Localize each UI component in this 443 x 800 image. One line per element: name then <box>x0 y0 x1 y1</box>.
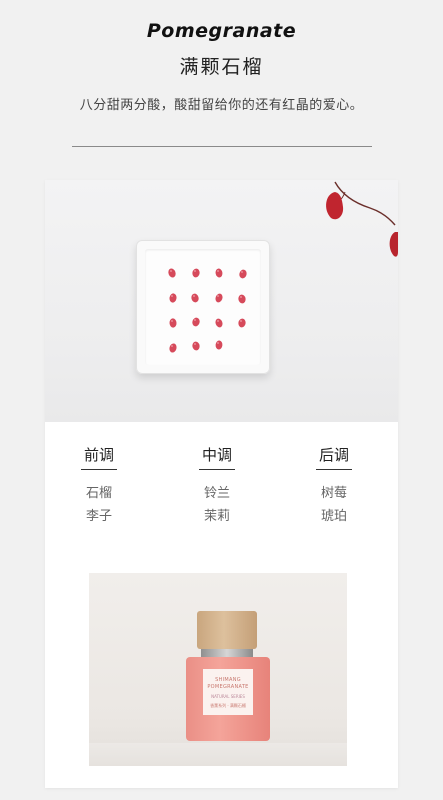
label-series: NATURAL SERIES <box>211 694 245 699</box>
middle-note-item: 茉莉 <box>203 509 230 524</box>
base-note: 后调 树莓 琥珀 <box>304 444 364 525</box>
pomegranate-seed-icon <box>239 269 247 279</box>
fragrance-notes: 前调 石榴 李子 中调 铃兰 茉莉 后调 树莓 琥珀 <box>45 444 398 524</box>
top-note-item: 石榴 <box>85 486 112 501</box>
red-leaf-icon <box>389 232 398 257</box>
perfume-bottle: SHIMANG POMEGRANATE NATURAL SERIES 香薰系列 … <box>186 657 270 741</box>
pomegranate-seed-icon <box>169 293 177 303</box>
base-note-heading: 后调 <box>316 444 352 470</box>
pomegranate-seed-icon <box>215 318 223 328</box>
pomegranate-seed-icon <box>215 293 223 303</box>
label-product: POMEGRANATE <box>207 684 249 690</box>
product-card: 前调 石榴 李子 中调 铃兰 茉莉 后调 树莓 琥珀 SHIMANG POMEG… <box>45 180 398 788</box>
pomegranate-seed-icon <box>192 317 200 327</box>
seed-grid <box>168 268 247 353</box>
middle-note: 中调 铃兰 茉莉 <box>187 444 247 525</box>
pomegranate-seed-icon <box>215 268 223 278</box>
base-note-item: 琥珀 <box>320 509 347 524</box>
tagline: 八分甜两分酸，酸甜留给你的还有红晶的爱心。 <box>79 98 364 113</box>
pomegranate-seed-icon <box>169 318 177 328</box>
pomegranate-seed-icon <box>192 341 200 351</box>
bottle-collar <box>201 649 253 657</box>
red-leaf-icon <box>326 192 344 220</box>
top-note-heading: 前调 <box>81 444 117 470</box>
page-title-en: Pomegranate <box>146 20 297 42</box>
pomegranate-seed-icon <box>169 343 177 353</box>
middle-note-item: 铃兰 <box>203 486 230 501</box>
white-plate <box>136 240 270 374</box>
shelf <box>89 743 347 766</box>
pomegranate-seed-icon <box>191 293 199 303</box>
pomegranate-seed-icon <box>192 268 200 278</box>
page-title-cn: 满颗石榴 <box>179 56 264 78</box>
pomegranate-seed-icon <box>215 340 223 350</box>
pomegranate-seeds-photo <box>45 180 398 422</box>
middle-note-heading: 中调 <box>199 444 235 470</box>
base-note-item: 树莓 <box>320 486 347 501</box>
top-note-item: 李子 <box>85 509 112 524</box>
label-cn: 香薰系列 · 满颗石榴 <box>210 703 246 708</box>
pomegranate-seed-icon <box>168 268 176 278</box>
bottle-cap <box>197 611 257 649</box>
pomegranate-seed-icon <box>238 294 246 304</box>
divider <box>72 146 372 147</box>
bottle-label: SHIMANG POMEGRANATE NATURAL SERIES 香薰系列 … <box>203 669 253 715</box>
pomegranate-seed-icon <box>238 318 246 328</box>
top-note: 前调 石榴 李子 <box>69 444 129 525</box>
product-bottle-photo: SHIMANG POMEGRANATE NATURAL SERIES 香薰系列 … <box>89 573 347 766</box>
label-brand: SHIMANG <box>215 677 241 683</box>
